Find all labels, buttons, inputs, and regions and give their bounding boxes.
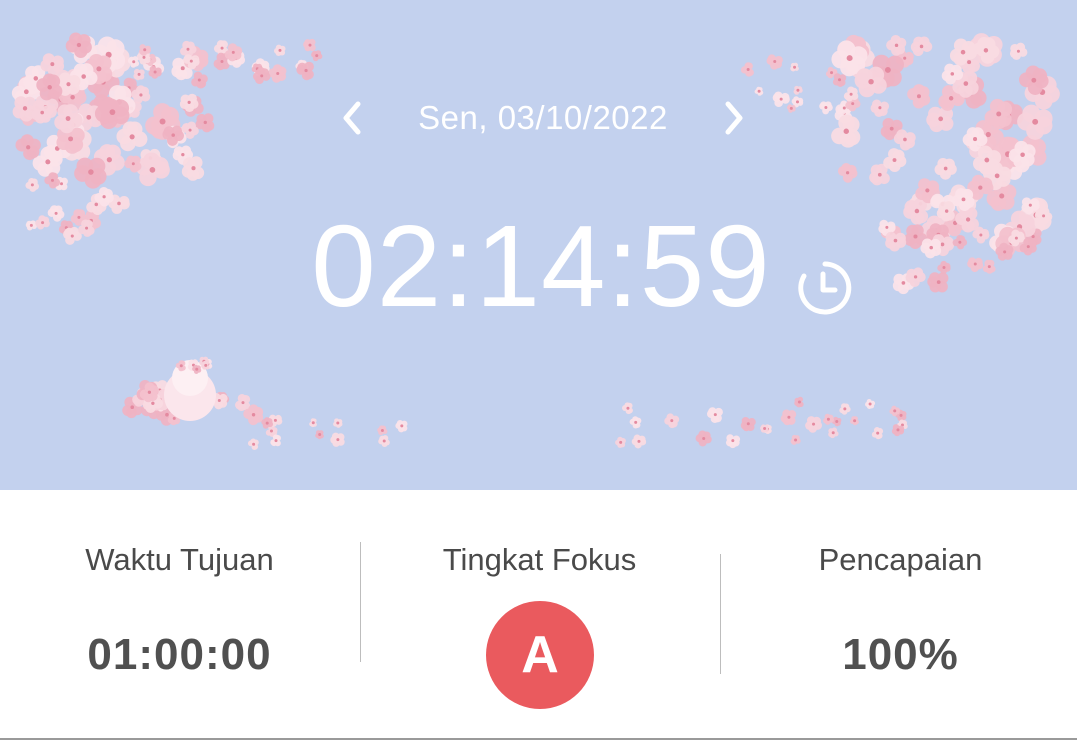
previous-day-button[interactable]	[330, 92, 374, 144]
elapsed-timer: 02:14:59	[311, 201, 771, 331]
target-time-stat: Waktu Tujuan 01:00:00	[0, 490, 359, 740]
clock-icon	[798, 261, 852, 315]
current-date: Sen, 03/10/2022	[418, 99, 668, 136]
date-navigator: Sen, 03/10/2022	[330, 92, 760, 144]
target-time-label: Waktu Tujuan	[85, 542, 274, 577]
achievement-stat: Pencapaian 100%	[721, 490, 1077, 740]
chevron-right-icon	[725, 101, 743, 135]
session-stats: Waktu Tujuan 01:00:00 Tingkat Fokus A Pe…	[0, 490, 1077, 740]
timer-hero: Sen, 03/10/2022 02:14:59	[0, 0, 1077, 490]
focus-level-stat: Tingkat Fokus A	[360, 490, 719, 740]
timer-history-button[interactable]	[795, 258, 855, 318]
focus-grade-badge: A	[486, 601, 594, 709]
target-time-value: 01:00:00	[87, 630, 272, 679]
chevron-left-icon	[343, 101, 361, 135]
next-day-button[interactable]	[712, 92, 756, 144]
bottom-edge	[0, 738, 1077, 755]
focus-level-label: Tingkat Fokus	[442, 542, 637, 577]
achievement-label: Pencapaian	[818, 542, 983, 577]
achievement-value: 100%	[842, 630, 959, 679]
